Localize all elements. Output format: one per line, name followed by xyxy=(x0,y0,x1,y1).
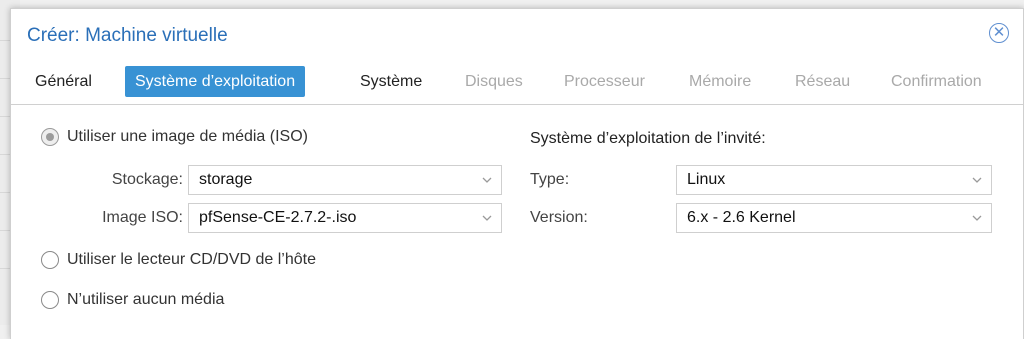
tab-system[interactable]: Système xyxy=(350,66,432,97)
tab-divider xyxy=(11,104,1023,105)
radio-no-media-label: N’utiliser aucun média xyxy=(67,291,225,308)
storage-value: storage xyxy=(199,171,253,188)
radio-no-media[interactable]: N’utiliser aucun média xyxy=(41,291,224,309)
radio-unchecked-icon[interactable] xyxy=(41,251,59,269)
dialog-title: Créer: Machine virtuelle xyxy=(27,25,228,46)
tab-os[interactable]: Système d’exploitation xyxy=(125,66,306,97)
tab-memory: Mémoire xyxy=(689,73,752,90)
os-type-value: Linux xyxy=(687,171,726,188)
storage-label: Stockage: xyxy=(111,171,183,188)
iso-image-value: pfSense-CE-2.7.2-.iso xyxy=(199,209,357,226)
os-version-label: Version: xyxy=(530,209,588,226)
create-vm-dialog: Créer: Machine virtuelle ✕ Général Systè… xyxy=(10,8,1024,339)
tab-general[interactable]: Général xyxy=(25,66,102,97)
chevron-down-icon xyxy=(482,175,492,184)
tab-processor: Processeur xyxy=(564,73,645,90)
os-type-label: Type: xyxy=(530,171,570,188)
storage-select[interactable]: storage xyxy=(188,165,502,195)
radio-checked-icon[interactable] xyxy=(41,128,59,146)
os-type-select[interactable]: Linux xyxy=(676,165,992,195)
chevron-down-icon xyxy=(482,213,492,222)
radio-use-iso[interactable]: Utiliser une image de média (ISO) xyxy=(41,128,308,146)
os-version-value: 6.x - 2.6 Kernel xyxy=(687,209,796,226)
radio-use-iso-label: Utiliser une image de média (ISO) xyxy=(67,128,308,145)
tab-network: Réseau xyxy=(795,73,851,90)
close-icon[interactable]: ✕ xyxy=(989,23,1009,43)
iso-image-select[interactable]: pfSense-CE-2.7.2-.iso xyxy=(188,203,502,233)
tab-confirmation: Confirmation xyxy=(891,73,982,90)
radio-use-cdrom-label: Utiliser le lecteur CD/DVD de l’hôte xyxy=(67,251,316,268)
chevron-down-icon xyxy=(972,175,982,184)
guest-os-section-title: Système d’exploitation de l’invité: xyxy=(530,130,766,147)
chevron-down-icon xyxy=(972,213,982,222)
iso-image-label: Image ISO: xyxy=(102,209,183,226)
radio-use-cdrom[interactable]: Utiliser le lecteur CD/DVD de l’hôte xyxy=(41,251,316,269)
tab-disks: Disques xyxy=(465,73,523,90)
os-version-select[interactable]: 6.x - 2.6 Kernel xyxy=(676,203,992,233)
radio-unchecked-icon[interactable] xyxy=(41,291,59,309)
